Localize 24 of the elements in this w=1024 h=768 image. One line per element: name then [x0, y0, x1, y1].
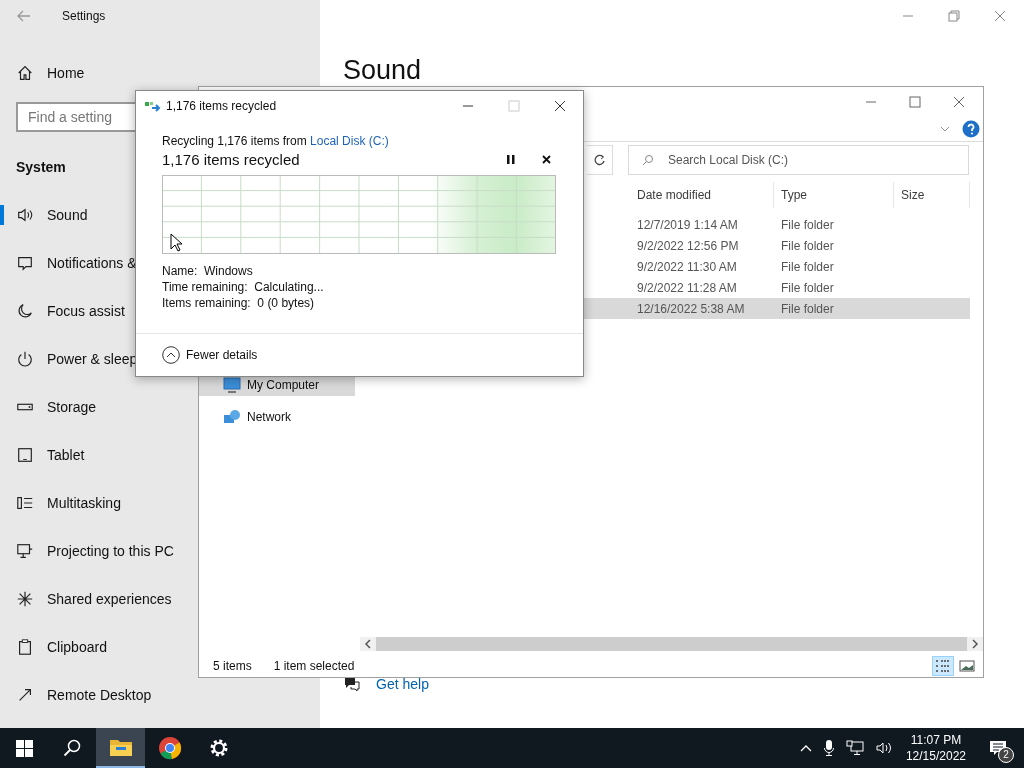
- item-count: 5 items: [213, 659, 252, 673]
- type-cell: File folder: [781, 217, 834, 232]
- type-cell: File folder: [781, 259, 834, 274]
- section-heading: System: [16, 159, 66, 175]
- progress-heading: 1,176 items recycled: [162, 150, 301, 168]
- date-cell: 9/2/2022 12:56 PM: [637, 238, 739, 253]
- date-text: 12/15/2022: [905, 748, 966, 764]
- date-cell: 12/16/2022 5:38 AM: [637, 301, 745, 316]
- detail-text: Time remaining: Calculating...: [162, 279, 325, 295]
- date-cell: 9/2/2022 11:30 AM: [637, 259, 737, 274]
- date-cell: 12/7/2019 1:14 AM: [637, 217, 738, 232]
- type-cell: File folder: [781, 301, 834, 316]
- detail-text: Items remaining: 0 (0 bytes): [162, 295, 316, 311]
- source-text: Recycling 1,176 items from Local Disk (C:): [162, 134, 390, 148]
- window-title: Settings: [62, 9, 106, 23]
- selection-count: 1 item selected: [273, 659, 355, 673]
- notification-badge: 2: [998, 747, 1014, 763]
- time-text: 11:07 PM: [910, 732, 962, 748]
- date-cell: 9/2/2022 11:28 AM: [637, 280, 737, 295]
- page-title: Sound: [343, 55, 423, 86]
- detail-text: Name: Windows: [162, 263, 254, 279]
- dialog-title: 1,176 items recycled: [166, 99, 277, 113]
- type-cell: File folder: [781, 280, 834, 295]
- type-cell: File folder: [781, 238, 834, 253]
